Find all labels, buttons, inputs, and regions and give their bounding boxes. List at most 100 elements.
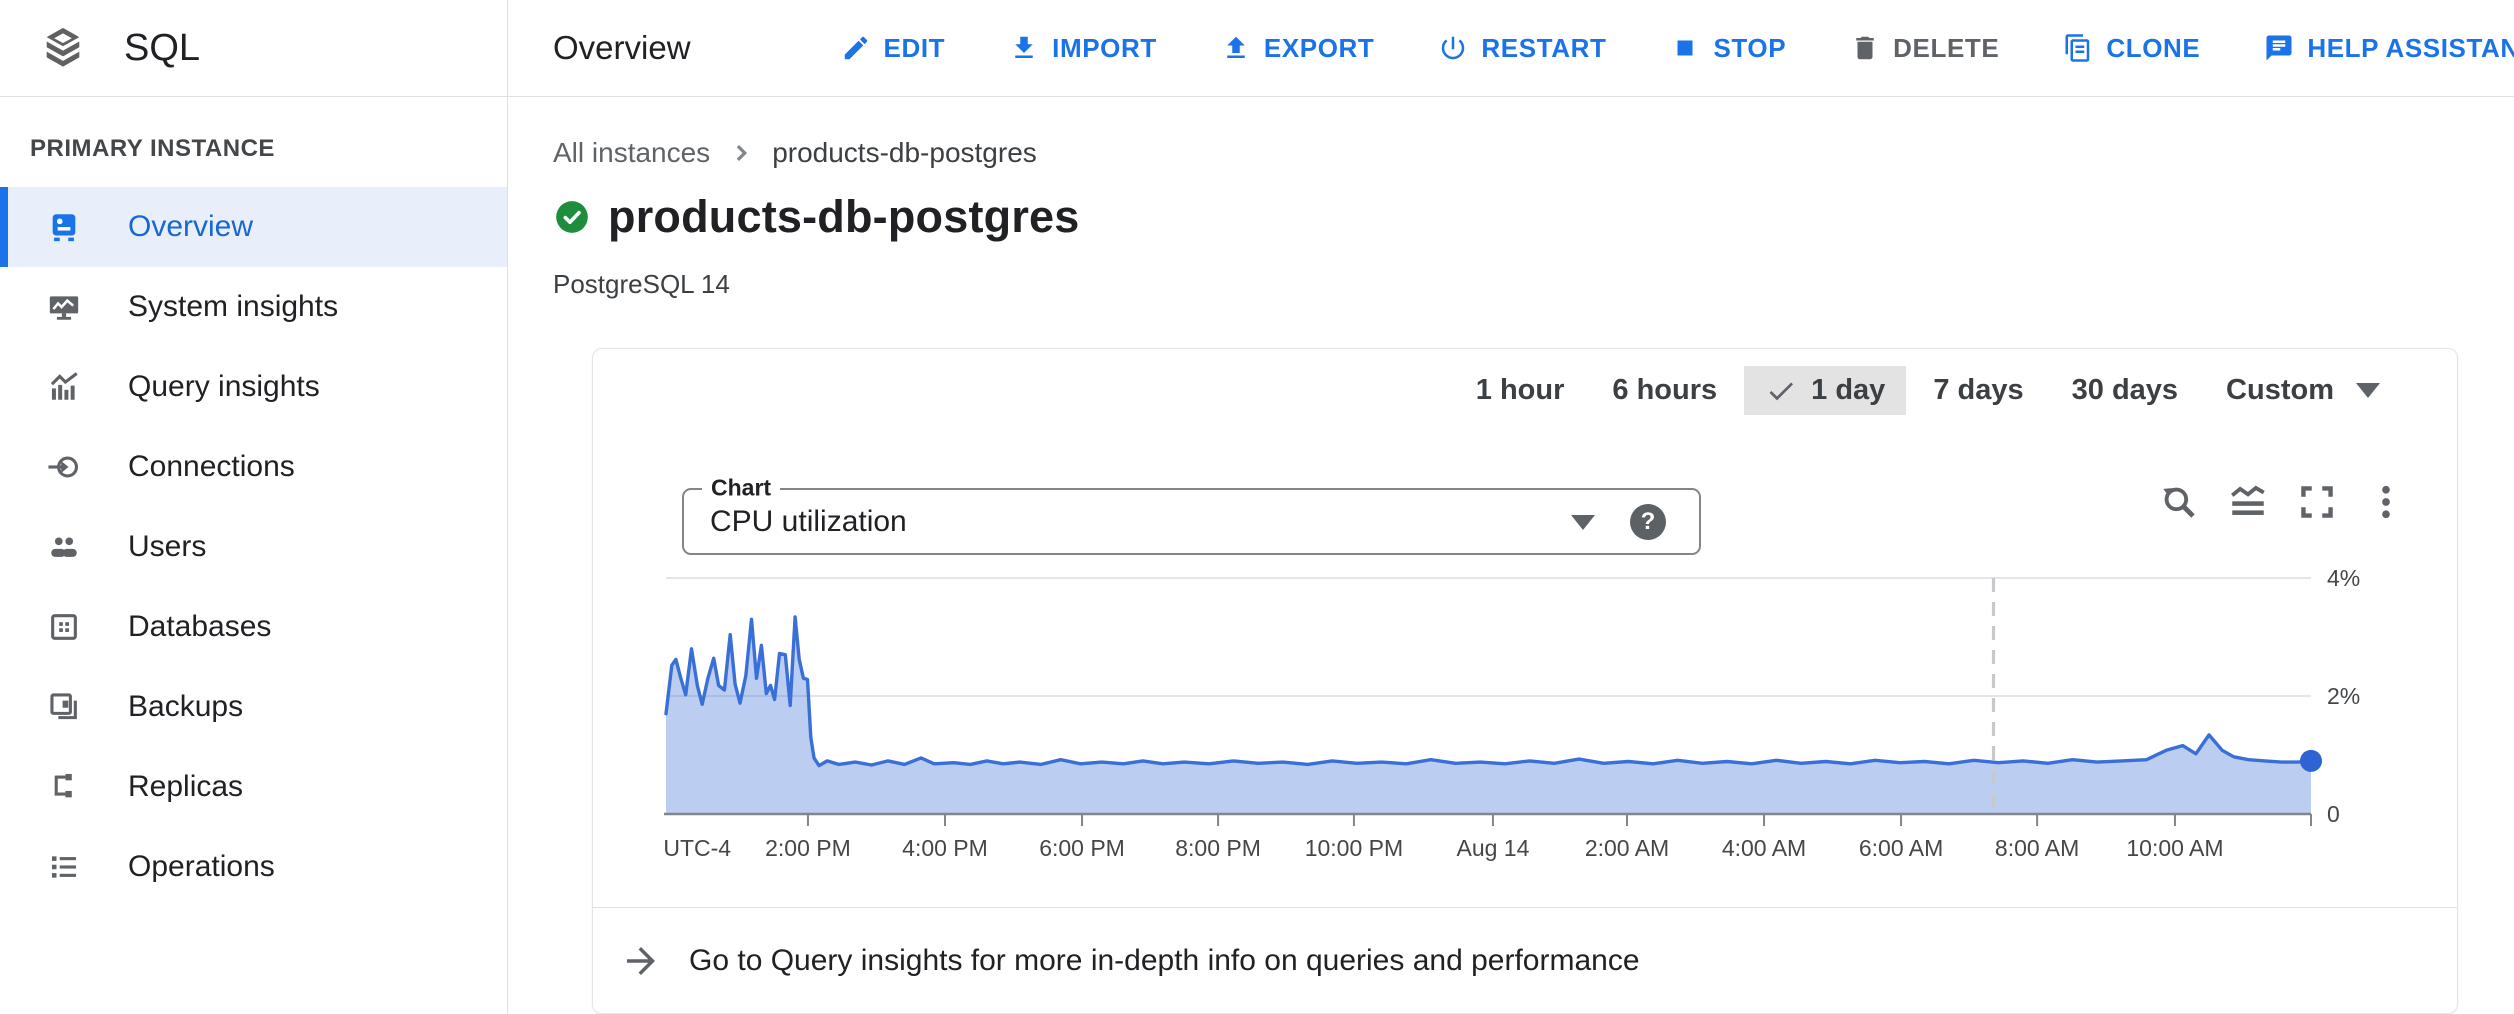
query-insights-link[interactable]: Go to Query insights for more in-depth i… (593, 908, 2457, 1014)
restart-icon (1438, 33, 1468, 63)
select-dropdown-arrow-icon[interactable] (1571, 515, 1595, 530)
sidebar-nav: Overview System insights Query insights Con… (0, 187, 507, 907)
area-chart-icon[interactable] (2227, 481, 2269, 523)
sidebar-item-connections[interactable]: Connections (0, 427, 507, 507)
y-label: 0 (2327, 801, 2340, 827)
zoom-reset-icon[interactable] (2158, 481, 2200, 523)
sidebar-item-label: System insights (128, 290, 338, 324)
edit-button[interactable]: EDIT (841, 33, 946, 64)
more-vert-icon[interactable] (2365, 481, 2407, 523)
x-label: 8:00 AM (1995, 835, 2079, 861)
sidebar-item-users[interactable]: Users (0, 507, 507, 587)
product-brand: SQL (0, 0, 508, 96)
sidebar-item-label: Query insights (128, 370, 320, 404)
main-content: All instances products-db-postgres produ… (508, 97, 2514, 1014)
chart-metric-select[interactable]: Chart CPU utilization ? (682, 488, 1701, 555)
sidebar-item-backups[interactable]: Backups (0, 667, 507, 747)
sidebar-item-label: Backups (128, 690, 243, 724)
restart-button[interactable]: RESTART (1438, 33, 1606, 64)
chart-toolbar (2158, 481, 2407, 523)
sidebar-item-label: Replicas (128, 770, 243, 804)
sidebar-item-label: Overview (128, 210, 253, 244)
fullscreen-icon[interactable] (2296, 481, 2338, 523)
edit-icon (841, 33, 871, 63)
time-range-selector: 1 hour 6 hours 1 day 7 days 30 days Custom (1449, 366, 2401, 415)
check-icon (1765, 375, 1797, 407)
export-button[interactable]: EXPORT (1221, 33, 1375, 64)
x-label: 2:00 AM (1585, 835, 1669, 861)
export-icon (1221, 33, 1251, 63)
metrics-card: 1 hour 6 hours 1 day 7 days 30 days Custom Ch… (592, 348, 2458, 1014)
time-range-6-hours[interactable]: 6 hours (1591, 366, 1738, 415)
time-range-7-days[interactable]: 7 days (1912, 366, 2044, 415)
page-title: Overview (553, 29, 691, 67)
sidebar-item-databases[interactable]: Databases (0, 587, 507, 667)
x-label: 10:00 AM (2126, 835, 2223, 861)
time-range-label: 1 hour (1476, 374, 1565, 407)
selected-indicator (0, 667, 8, 747)
instance-name: products-db-postgres (608, 191, 1080, 243)
status-healthy-icon (553, 198, 591, 236)
action-label: RESTART (1481, 33, 1606, 64)
sidebar-item-query-insights[interactable]: Query insights (0, 347, 507, 427)
instance-toolbar: Overview EDIT IMPORT EXPORT RESTART STOP DELE… (508, 0, 2514, 96)
import-button[interactable]: IMPORT (1009, 33, 1157, 64)
chevron-right-icon (726, 138, 756, 168)
cpu-utilization-chart[interactable]: UTC-42:00 PM4:00 PM6:00 PM8:00 PM10:00 P… (593, 556, 2459, 886)
time-range-1-hour[interactable]: 1 hour (1455, 366, 1586, 415)
help-assistant-icon (2264, 33, 2294, 63)
backups-icon (47, 690, 81, 724)
help-icon[interactable]: ? (1630, 504, 1666, 540)
stop-button[interactable]: STOP (1670, 33, 1786, 64)
instance-title-row: products-db-postgres (553, 191, 2514, 243)
cloud-sql-logo-icon (40, 25, 86, 71)
selected-indicator (0, 187, 8, 267)
dropdown-caret-icon (2356, 383, 2380, 398)
help-assistant-button[interactable]: HELP ASSISTANT (2264, 33, 2514, 64)
sidebar-item-operations[interactable]: Operations (0, 827, 507, 907)
time-range-label: 1 day (1811, 374, 1885, 407)
time-range-custom[interactable]: Custom (2205, 366, 2401, 415)
delete-button[interactable]: DELETE (1850, 33, 1999, 64)
cpu-line (666, 617, 2311, 766)
selected-indicator (0, 427, 8, 507)
action-label: STOP (1713, 33, 1786, 64)
sidebar-item-label: Users (128, 530, 206, 564)
users-icon (47, 530, 81, 564)
connections-icon (47, 450, 81, 484)
time-range-label: 30 days (2072, 374, 2178, 407)
selected-indicator (0, 587, 8, 667)
y-label: 4% (2327, 565, 2360, 591)
arrow-forward-icon (620, 940, 662, 982)
sidebar-item-replicas[interactable]: Replicas (0, 747, 507, 827)
time-range-1-day[interactable]: 1 day (1744, 366, 1906, 415)
sidebar-item-overview[interactable]: Overview (0, 187, 507, 267)
clone-button[interactable]: CLONE (2063, 33, 2200, 64)
time-range-label: 7 days (1933, 374, 2023, 407)
sidebar-item-label: Connections (128, 450, 295, 484)
toolbar-actions: EDIT IMPORT EXPORT RESTART STOP DELETE CLONE HE… (841, 33, 2514, 64)
clone-icon (2063, 33, 2093, 63)
operations-icon (47, 850, 81, 884)
breadcrumb-current: products-db-postgres (772, 137, 1037, 169)
x-label: 4:00 PM (902, 835, 988, 861)
breadcrumb: All instances products-db-postgres (553, 137, 2514, 169)
breadcrumb-all-instances[interactable]: All instances (553, 137, 710, 169)
x-label: 4:00 AM (1722, 835, 1806, 861)
system-insights-icon (47, 290, 81, 324)
chart-select-label: Chart (702, 474, 780, 501)
x-label: UTC-4 (663, 835, 731, 861)
cpu-area-fill (666, 617, 2311, 814)
instance-version: PostgreSQL 14 (553, 269, 2514, 300)
databases-icon (47, 610, 81, 644)
selected-indicator (0, 347, 8, 427)
time-range-label: 6 hours (1612, 374, 1717, 407)
selected-indicator (0, 747, 8, 827)
overview-icon (47, 210, 81, 244)
latest-value-dot (2300, 750, 2322, 772)
import-icon (1009, 33, 1039, 63)
sidebar-item-system-insights[interactable]: System insights (0, 267, 507, 347)
action-label: CLONE (2106, 33, 2200, 64)
time-range-30-days[interactable]: 30 days (2051, 366, 2199, 415)
action-label: EXPORT (1264, 33, 1375, 64)
